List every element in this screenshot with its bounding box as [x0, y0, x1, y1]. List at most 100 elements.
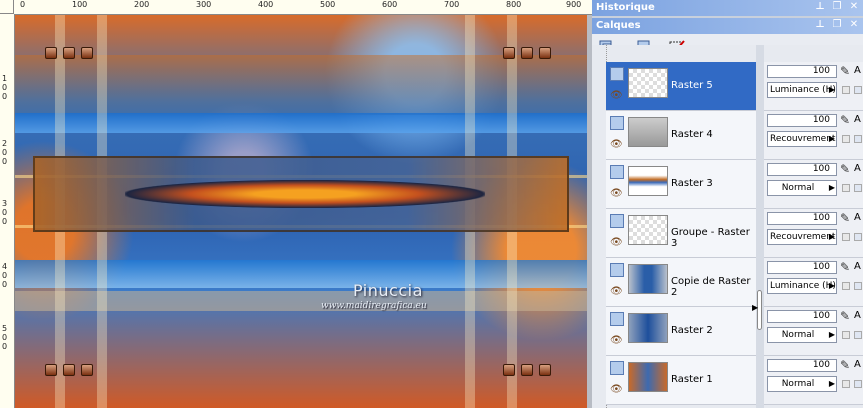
- ruler-label: 300: [196, 0, 212, 9]
- opacity-field[interactable]: 100: [767, 65, 837, 78]
- layer-name: Raster 5: [671, 80, 713, 91]
- opacity-field[interactable]: 100: [767, 261, 837, 274]
- brush-icon[interactable]: ✎: [840, 113, 850, 127]
- lock-icon[interactable]: [842, 135, 850, 143]
- link-icon[interactable]: [854, 380, 862, 388]
- layer-row[interactable]: 👁 Raster 2: [606, 307, 756, 356]
- blend-mode-select[interactable]: Normal ▶: [767, 327, 837, 343]
- layer-row[interactable]: 👁 Groupe - Raster 3: [606, 209, 756, 258]
- layer-row[interactable]: 👁 Raster 3: [606, 160, 756, 209]
- decor-stud: [503, 364, 515, 376]
- restore-icon[interactable]: ❐: [831, 1, 843, 13]
- layer-name: Raster 3: [671, 178, 713, 189]
- decor-stud: [63, 364, 75, 376]
- opacity-field[interactable]: 100: [767, 310, 837, 323]
- panel-splitter[interactable]: ▶: [752, 45, 764, 408]
- layer-properties: 100 ✎ A Luminance (H) ▶ 100 ✎ A Recouvrem…: [764, 62, 863, 405]
- link-icon[interactable]: [854, 86, 862, 94]
- lock-icon[interactable]: [842, 282, 850, 290]
- blend-mode-select[interactable]: Recouvrement ▶: [767, 229, 837, 245]
- visibility-eye-icon[interactable]: 👁: [610, 237, 623, 248]
- layer-name: Raster 4: [671, 129, 713, 140]
- raster-layer-icon: [610, 263, 624, 277]
- layer-name: Raster 2: [671, 325, 713, 336]
- lock-icon[interactable]: [842, 331, 850, 339]
- layer-thumbnail: [628, 215, 668, 245]
- decor-stud: [63, 47, 75, 59]
- raster-layer-icon: [610, 361, 624, 375]
- visibility-eye-icon[interactable]: 👁: [610, 90, 623, 101]
- opacity-field[interactable]: 100: [767, 114, 837, 127]
- layer-thumbnail: [628, 117, 668, 147]
- pin-icon[interactable]: ⊥: [814, 19, 826, 31]
- watermark-url: www.maidiregrafica.eu: [321, 301, 427, 311]
- opacity-field[interactable]: 100: [767, 163, 837, 176]
- layer-props-row: 100 ✎ A Luminance (H) ▶: [764, 258, 863, 307]
- ruler-label: 800: [506, 0, 522, 9]
- decor-stud: [539, 47, 551, 59]
- visibility-eye-icon[interactable]: 👁: [610, 188, 623, 199]
- lock-icon[interactable]: [842, 184, 850, 192]
- brush-icon[interactable]: ✎: [840, 309, 850, 323]
- ruler-label: 900: [566, 0, 582, 9]
- layers-titlebar[interactable]: Calques ⊥ ❐ ✕: [592, 18, 863, 34]
- decor-stud: [45, 47, 57, 59]
- link-icon[interactable]: [854, 282, 862, 290]
- blend-mode-select[interactable]: Luminance (H) ▶: [767, 278, 837, 294]
- brush-icon[interactable]: ✎: [840, 260, 850, 274]
- blend-mode-label: Luminance (H): [770, 85, 836, 95]
- lock-icon[interactable]: [842, 86, 850, 94]
- layers-title: Calques: [596, 20, 641, 31]
- layer-thumbnail: [628, 68, 668, 98]
- layer-row[interactable]: 👁 Raster 1: [606, 356, 756, 405]
- visibility-eye-icon[interactable]: 👁: [610, 286, 623, 297]
- blend-mode-select[interactable]: Luminance (H) ▶: [767, 82, 837, 98]
- ruler-label: 500: [320, 0, 336, 9]
- layer-row[interactable]: 👁 Raster 4: [606, 111, 756, 160]
- layer-props-row: 100 ✎ A Luminance (H) ▶: [764, 62, 863, 111]
- layer-row[interactable]: 👁 Copie de Raster 2: [606, 258, 756, 307]
- blend-mode-select[interactable]: Recouvrement ▶: [767, 131, 837, 147]
- close-icon[interactable]: ✕: [848, 19, 860, 31]
- opacity-field[interactable]: 100: [767, 212, 837, 225]
- brush-icon[interactable]: ✎: [840, 211, 850, 225]
- close-icon[interactable]: ✕: [848, 1, 860, 13]
- blend-mode-select[interactable]: Normal ▶: [767, 376, 837, 392]
- brush-icon[interactable]: ✎: [840, 64, 850, 78]
- layers-panel: Calques ⊥ ❐ ✕ 👁 Raster 5 👁 Raster 4 👁 Ra…: [592, 18, 863, 408]
- artwork-image[interactable]: Pinuccia www.maidiregrafica.eu: [15, 15, 587, 408]
- visibility-eye-icon[interactable]: 👁: [610, 335, 623, 346]
- lock-icon[interactable]: [842, 380, 850, 388]
- link-icon[interactable]: [854, 135, 862, 143]
- opacity-field[interactable]: 100: [767, 359, 837, 372]
- link-icon[interactable]: [854, 184, 862, 192]
- visibility-eye-icon[interactable]: 👁: [610, 139, 623, 150]
- lock-icon[interactable]: [842, 233, 850, 241]
- decor-stud: [521, 47, 533, 59]
- dropdown-arrow-icon: ▶: [828, 281, 835, 290]
- watermark-text: Pinuccia: [353, 281, 423, 300]
- brush-icon[interactable]: ✎: [840, 358, 850, 372]
- decor-stud: [45, 364, 57, 376]
- restore-icon[interactable]: ❐: [831, 19, 843, 31]
- history-title: Historique: [596, 2, 655, 13]
- expand-arrow-icon[interactable]: ▶: [752, 303, 758, 312]
- brush-icon[interactable]: ✎: [840, 162, 850, 176]
- layer-name: Raster 1: [671, 374, 713, 385]
- pin-icon[interactable]: ⊥: [814, 1, 826, 13]
- link-icon[interactable]: [854, 233, 862, 241]
- ruler-label: 400: [258, 0, 274, 9]
- decor-stud: [503, 47, 515, 59]
- layer-row[interactable]: 👁 Raster 5: [606, 62, 756, 111]
- ruler-label: 5 0 0: [2, 324, 8, 351]
- layer-props-row: 100 ✎ A Normal ▶: [764, 307, 863, 356]
- visibility-eye-icon[interactable]: 👁: [610, 384, 623, 395]
- decor-stud: [521, 364, 533, 376]
- history-titlebar[interactable]: Historique ⊥ ❐ ✕: [592, 0, 863, 16]
- blend-mode-select[interactable]: Normal ▶: [767, 180, 837, 196]
- blend-mode-label: Normal: [781, 183, 815, 193]
- link-icon[interactable]: [854, 331, 862, 339]
- props-letter: A: [854, 212, 861, 223]
- ruler-label: 700: [444, 0, 460, 9]
- decor-stud: [81, 364, 93, 376]
